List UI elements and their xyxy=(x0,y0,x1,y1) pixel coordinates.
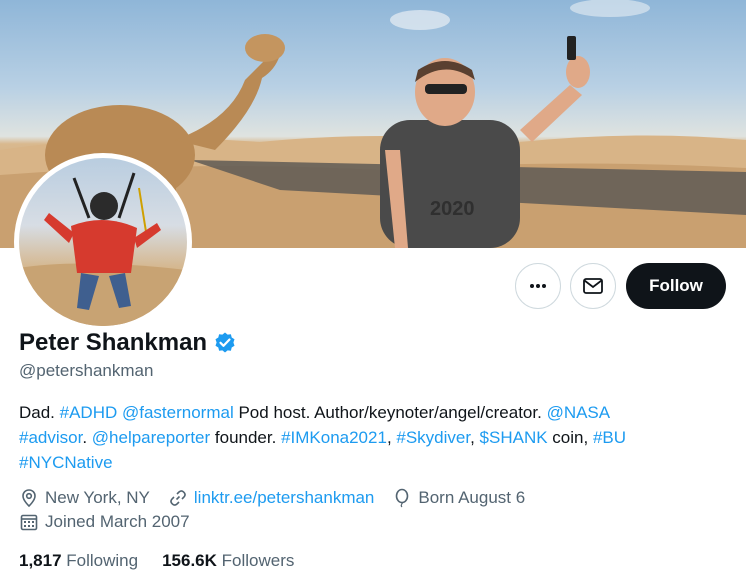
follow-button[interactable]: Follow xyxy=(626,263,726,309)
followers-label: Followers xyxy=(221,551,295,570)
profile-stats: 1,817 Following 156.6K Followers xyxy=(19,551,318,571)
bio-text: founder. xyxy=(210,428,282,447)
meta-location: New York, NY xyxy=(19,488,150,508)
bio-mention-nasa[interactable]: @NASA xyxy=(547,403,611,422)
followers-count: 156.6K xyxy=(162,551,217,570)
meta-joined: Joined March 2007 xyxy=(19,512,190,532)
location-text: New York, NY xyxy=(45,488,150,507)
calendar-icon xyxy=(20,514,38,531)
bio-text: coin, xyxy=(547,428,593,447)
website-link[interactable]: linktr.ee/petershankman xyxy=(194,488,375,508)
verified-badge-icon[interactable] xyxy=(213,331,237,355)
message-button[interactable] xyxy=(570,263,616,309)
balloon-icon xyxy=(396,488,409,508)
bio-hashtag-nycnative[interactable]: #NYCNative xyxy=(19,453,113,472)
profile-bio: Dad. #ADHD @fasternormal Pod host. Autho… xyxy=(19,400,719,475)
bio-hashtag-bu[interactable]: #BU xyxy=(593,428,626,447)
bio-text: , xyxy=(386,428,397,447)
avatar-image xyxy=(19,158,187,326)
more-options-button[interactable] xyxy=(515,263,561,309)
mail-icon xyxy=(583,278,603,294)
bio-hashtag-skydiver[interactable]: #Skydiver xyxy=(396,428,470,447)
bio-hashtag-imkona2021[interactable]: #IMKona2021 xyxy=(281,428,387,447)
bio-mention-fasternormal[interactable]: @fasternormal xyxy=(122,403,234,422)
svg-text:2020: 2020 xyxy=(430,198,475,220)
joined-text: Joined March 2007 xyxy=(45,512,190,531)
more-horizontal-icon xyxy=(530,284,546,288)
meta-website: linktr.ee/petershankman xyxy=(168,488,375,508)
profile-meta-row-joined: Joined March 2007 xyxy=(19,512,208,532)
bio-cashtag-shank[interactable]: $SHANK xyxy=(480,428,548,447)
link-icon xyxy=(170,490,186,506)
followers-stat[interactable]: 156.6K Followers xyxy=(162,551,294,571)
bio-text: . xyxy=(82,428,92,447)
following-label: Following xyxy=(66,551,139,570)
profile-meta-row: New York, NY linktr.ee/petershankman Bor… xyxy=(19,488,543,508)
bio-text: Dad. xyxy=(19,403,60,422)
profile-name-row: Peter Shankman xyxy=(19,329,237,357)
following-count: 1,817 xyxy=(19,551,62,570)
meta-birthday: Born August 6 xyxy=(392,488,525,508)
profile-handle: @petershankman xyxy=(19,361,154,380)
profile-avatar[interactable] xyxy=(14,153,192,331)
bio-hashtag-adhd[interactable]: #ADHD xyxy=(60,403,118,422)
location-pin-icon xyxy=(22,489,36,508)
birthday-text: Born August 6 xyxy=(418,488,526,507)
following-stat[interactable]: 1,817 Following xyxy=(19,551,138,571)
bio-hashtag-advisor[interactable]: #advisor xyxy=(19,428,82,447)
profile-name: Peter Shankman xyxy=(19,329,208,356)
bio-text: , xyxy=(470,428,480,447)
bio-text: Pod host. Author/keynoter/angel/creator. xyxy=(233,403,547,422)
bio-mention-helpareporter[interactable]: @helpareporter xyxy=(92,428,210,447)
